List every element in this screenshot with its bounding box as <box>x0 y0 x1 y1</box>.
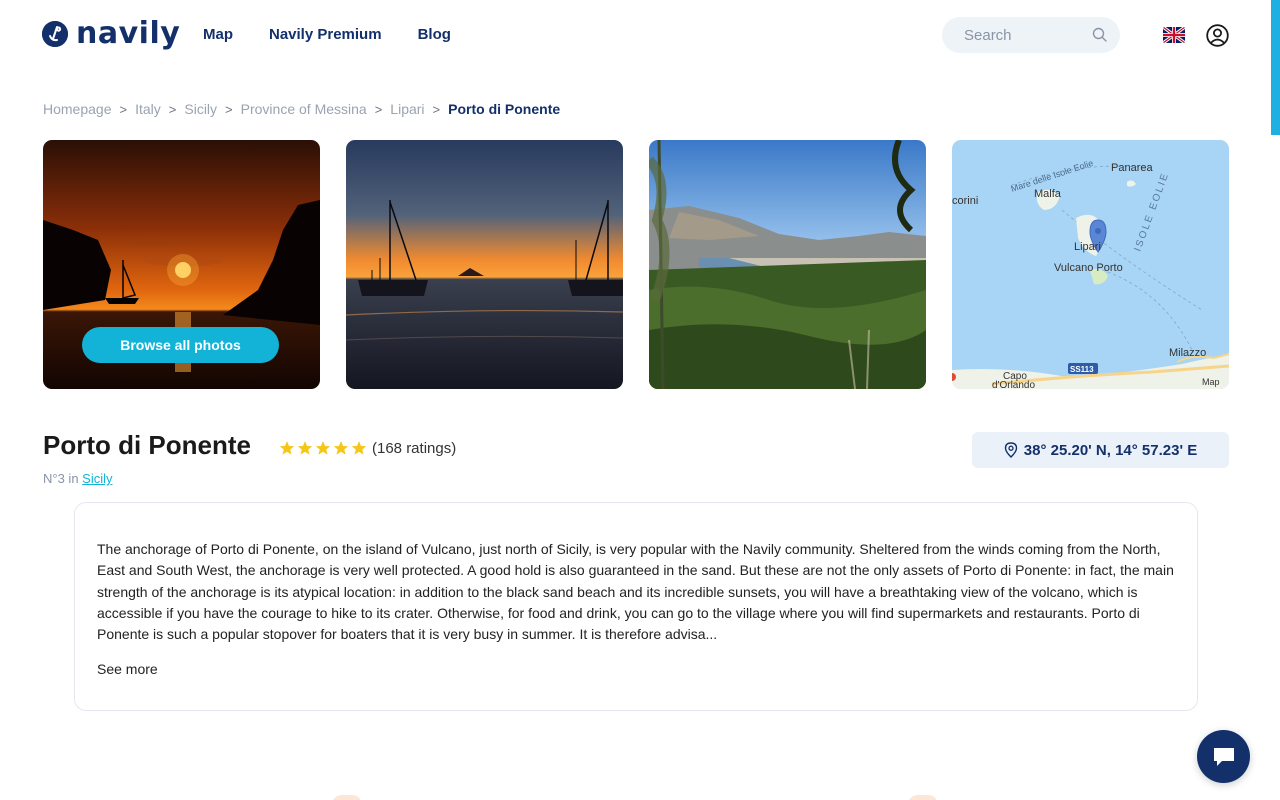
map-attribution: Map <box>1202 377 1220 387</box>
vulcano-village-photo[interactable] <box>649 140 926 389</box>
sunset-sailboats-photo[interactable] <box>346 140 623 389</box>
breadcrumb-separator: > <box>225 101 233 117</box>
main-nav: Map Navily Premium Blog <box>203 26 451 43</box>
page-title: Porto di Ponente <box>43 430 251 460</box>
user-icon[interactable] <box>1206 24 1229 52</box>
see-more-button[interactable]: See more <box>97 661 158 677</box>
location-map[interactable]: Mare delle Isole Eolie ISOLE EOLIE Panar… <box>952 140 1229 389</box>
rating-stars <box>279 440 367 456</box>
anchor-icon <box>42 21 68 47</box>
description-text: The anchorage of Porto di Ponente, on th… <box>97 541 1174 643</box>
map-label-road: SS113 <box>1070 365 1094 374</box>
nav-item-premium[interactable]: Navily Premium <box>269 26 382 43</box>
breadcrumb-homepage[interactable]: Homepage <box>43 101 112 117</box>
map-label-vulcano-porto: Vulcano Porto <box>1054 262 1123 274</box>
rank-prefix: N°3 in <box>43 471 79 486</box>
breadcrumb-province[interactable]: Province of Messina <box>241 101 367 117</box>
breadcrumb-separator: > <box>119 101 128 117</box>
scroll-indicator <box>1271 0 1280 135</box>
nav-item-map[interactable]: Map <box>203 26 233 43</box>
chat-bubble-icon <box>1213 747 1234 766</box>
description-card: The anchorage of Porto di Ponente, on th… <box>74 502 1198 711</box>
chat-button[interactable] <box>1197 730 1250 783</box>
map-label-corini: corini <box>952 195 978 207</box>
coordinates-text: 38° 25.20' N, 14° 57.23' E <box>1023 441 1198 459</box>
breadcrumb-separator: > <box>168 101 177 117</box>
uk-flag-icon[interactable] <box>1163 27 1185 43</box>
star-icon <box>279 441 295 455</box>
map-label-panarea: Panarea <box>1111 162 1153 174</box>
breadcrumb-sicily[interactable]: Sicily <box>184 101 217 117</box>
map-label-malfa: Malfa <box>1034 188 1062 200</box>
coordinates-badge[interactable]: 38° 25.20' N, 14° 57.23' E <box>972 432 1229 468</box>
breadcrumb-current: Porto di Ponente <box>448 101 561 117</box>
star-icon <box>351 441 367 455</box>
breadcrumb-separator: > <box>374 101 383 117</box>
nav-item-blog[interactable]: Blog <box>418 26 451 43</box>
star-icon <box>333 441 349 455</box>
breadcrumb-lipari[interactable]: Lipari <box>390 101 424 117</box>
logo-text: navily <box>76 16 181 51</box>
rank-info: N°3 in Sicily <box>43 471 113 486</box>
star-icon <box>297 441 313 455</box>
logo[interactable]: navily <box>42 18 180 50</box>
search-input[interactable] <box>942 17 1092 53</box>
ratings-count[interactable]: (168 ratings) <box>372 440 456 457</box>
breadcrumb: Homepage > Italy > Sicily > Province of … <box>43 101 560 117</box>
section-peek-left <box>332 795 362 800</box>
browse-all-photos-button[interactable]: Browse all photos <box>82 327 279 363</box>
star-icon <box>315 441 331 455</box>
breadcrumb-separator: > <box>432 101 441 117</box>
search-icon[interactable] <box>1092 27 1108 48</box>
location-pin-icon <box>1004 442 1017 458</box>
section-peek-right <box>908 795 938 800</box>
map-label-lipari: Lipari <box>1074 241 1101 253</box>
map-label-dorlando: d'Orlando <box>992 380 1035 389</box>
breadcrumb-italy[interactable]: Italy <box>135 101 161 117</box>
header: navily Map Navily Premium Blog <box>0 0 1280 135</box>
rank-region-link[interactable]: Sicily <box>82 471 112 486</box>
map-label-milazzo: Milazzo <box>1169 347 1206 359</box>
